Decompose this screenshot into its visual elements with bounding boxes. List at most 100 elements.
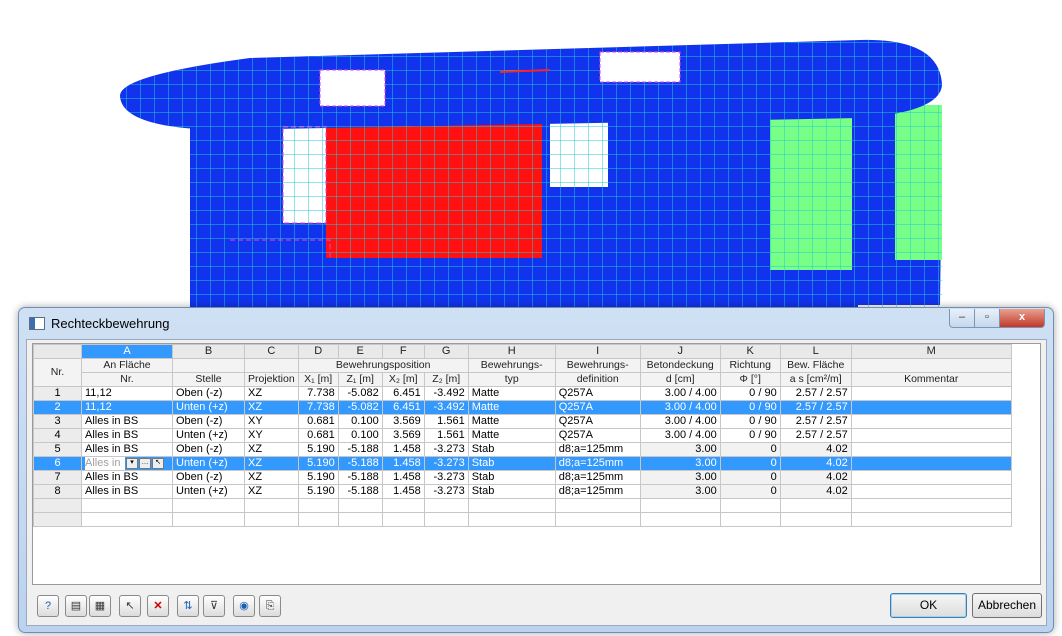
dropdown-icon[interactable]: ▾	[126, 457, 138, 469]
cell-d[interactable]: 5.190	[297, 456, 339, 471]
cell-f[interactable]: 3.569	[381, 428, 425, 443]
close-button[interactable]: x	[999, 309, 1045, 328]
cell-g[interactable]: -3.273	[423, 456, 469, 471]
cell-e[interactable]: 0.100	[337, 414, 383, 429]
empty-cell[interactable]	[639, 498, 721, 513]
table-row[interactable]: 8 Alles in BS Unten (+z) XZ 5.190 -5.188 1.458…	[33, 484, 1012, 499]
cell-l[interactable]: 4.02	[779, 484, 852, 499]
column-letter-d[interactable]: D	[297, 344, 339, 359]
cell-l[interactable]: 2.57 / 2.57	[779, 386, 852, 401]
cell-l[interactable]: 2.57 / 2.57	[779, 428, 852, 443]
row-number[interactable]: 7	[33, 470, 82, 485]
column-letter-l[interactable]: L	[779, 344, 852, 359]
cell-a[interactable]: Alles in BS	[81, 484, 173, 499]
row-number[interactable]: 1	[33, 386, 82, 401]
cell-f[interactable]: 1.458	[381, 442, 425, 457]
cell-i[interactable]: Q257A	[554, 414, 641, 429]
empty-cell[interactable]	[850, 498, 1012, 513]
cell-f[interactable]: 1.458	[381, 456, 425, 471]
cell-b[interactable]: Unten (+z)	[172, 428, 245, 443]
empty-cell[interactable]	[337, 512, 383, 527]
cell-m[interactable]	[850, 386, 1012, 401]
pick-icon[interactable]: ↖	[152, 457, 164, 469]
select-icon[interactable]: ↖	[119, 595, 141, 617]
cell-h[interactable]: Stab	[467, 484, 556, 499]
empty-cell[interactable]	[554, 512, 641, 527]
cell-b[interactable]: Unten (+z)	[172, 400, 245, 415]
cell-i[interactable]: d8;a=125mm	[554, 456, 641, 471]
table-row[interactable]: 5 Alles in BS Oben (-z) XZ 5.190 -5.188 1.458-…	[33, 442, 1012, 457]
cell-i[interactable]: d8;a=125mm	[554, 470, 641, 485]
empty-cell[interactable]	[423, 498, 469, 513]
cell-l[interactable]: 4.02	[779, 442, 852, 457]
cell-c[interactable]: XY	[244, 428, 299, 443]
empty-cell[interactable]	[172, 498, 245, 513]
column-letter-i[interactable]: I	[554, 344, 641, 359]
cell-d[interactable]: 7.738	[297, 386, 339, 401]
table-row[interactable]: 4 Alles in BS Unten (+z) XY 0.681 0.100 3.569 1…	[33, 428, 1012, 443]
cell-j[interactable]: 3.00	[639, 470, 721, 485]
cell-f[interactable]: 1.458	[381, 470, 425, 485]
help-icon[interactable]: ?	[37, 595, 59, 617]
column-letter-h[interactable]: H	[467, 344, 556, 359]
cell-a[interactable]: Alles in BS	[81, 470, 173, 485]
cell-i[interactable]: d8;a=125mm	[554, 484, 641, 499]
column-letter-f[interactable]: F	[381, 344, 425, 359]
ok-button[interactable]: OK	[890, 593, 967, 618]
cell-j[interactable]: 3.00 / 4.00	[639, 400, 721, 415]
cell-j[interactable]: 3.00	[639, 456, 721, 471]
view-icon[interactable]: ◉	[233, 595, 255, 617]
cell-k[interactable]: 0 / 90	[719, 400, 781, 415]
cell-g[interactable]: -3.273	[423, 442, 469, 457]
cell-k[interactable]: 0	[719, 484, 781, 499]
cell-j[interactable]: 3.00	[639, 484, 721, 499]
cell-b[interactable]: Unten (+z)	[172, 456, 245, 471]
empty-row[interactable]	[33, 498, 1012, 513]
empty-cell[interactable]	[467, 512, 556, 527]
cell-l[interactable]: 4.02	[779, 470, 852, 485]
cell-b[interactable]: Oben (-z)	[172, 442, 245, 457]
cell-f[interactable]: 1.458	[381, 484, 425, 499]
column-letter-k[interactable]: K	[719, 344, 781, 359]
column-letter-b[interactable]: B	[172, 344, 245, 359]
empty-cell[interactable]	[297, 498, 339, 513]
cell-e[interactable]: -5.188	[337, 442, 383, 457]
cell-d[interactable]: 5.190	[297, 484, 339, 499]
cell-k[interactable]: 0 / 90	[719, 428, 781, 443]
cell-c[interactable]: XZ	[244, 484, 299, 499]
empty-cell[interactable]	[337, 498, 383, 513]
empty-cell[interactable]	[423, 512, 469, 527]
cell-b[interactable]: Oben (-z)	[172, 470, 245, 485]
cell-g[interactable]: 1.561	[423, 414, 469, 429]
cell-f[interactable]: 3.569	[381, 414, 425, 429]
cell-k[interactable]: 0	[719, 470, 781, 485]
cell-m[interactable]	[850, 442, 1012, 457]
empty-cell[interactable]	[172, 512, 245, 527]
cell-a[interactable]: Alles in ▾… ↖	[81, 456, 173, 471]
cell-l[interactable]: 2.57 / 2.57	[779, 414, 852, 429]
cell-e[interactable]: 0.100	[337, 428, 383, 443]
cell-a[interactable]: 11,12	[81, 400, 173, 415]
maximize-button[interactable]: ▫	[974, 309, 1000, 328]
minimize-button[interactable]: –	[949, 309, 975, 328]
delete-icon[interactable]: ✕	[147, 595, 169, 617]
empty-cell[interactable]	[81, 512, 173, 527]
empty-cell[interactable]	[639, 512, 721, 527]
cell-j[interactable]: 3.00	[639, 442, 721, 457]
cell-b[interactable]: Oben (-z)	[172, 414, 245, 429]
cell-e[interactable]: -5.082	[337, 400, 383, 415]
empty-cell[interactable]	[467, 498, 556, 513]
cell-m[interactable]	[850, 484, 1012, 499]
empty-cell[interactable]	[244, 512, 299, 527]
cell-c[interactable]: XZ	[244, 470, 299, 485]
export-icon[interactable]: ⎘	[259, 595, 281, 617]
cell-l[interactable]: 2.57 / 2.57	[779, 400, 852, 415]
cell-i[interactable]: Q257A	[554, 400, 641, 415]
cell-g[interactable]: -3.492	[423, 400, 469, 415]
cell-a[interactable]: Alles in BS	[81, 414, 173, 429]
sort-icon[interactable]: ⇅	[177, 595, 199, 617]
table-row[interactable]: 1 11,12 Oben (-z) XZ 7.738 -5.082 6.451 -3.492 M…	[33, 386, 1012, 401]
reinforcement-table[interactable]: A B C D E F G H I J K L M Nr. An Fläche	[32, 343, 1041, 585]
row-number[interactable]: 4	[33, 428, 82, 443]
cell-g[interactable]: 1.561	[423, 428, 469, 443]
